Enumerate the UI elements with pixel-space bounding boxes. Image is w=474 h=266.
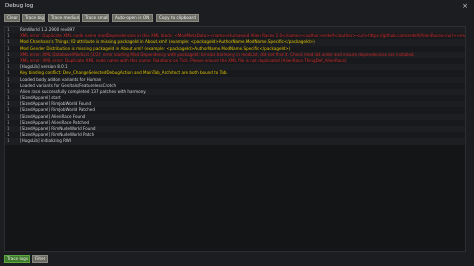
window-title: Debug log: [5, 3, 34, 9]
trace-small-button[interactable]: Trace small: [82, 14, 109, 22]
trace-logs-button[interactable]: Trace logs: [4, 255, 30, 263]
log-row-count: 1: [7, 138, 10, 144]
auto-open-toggle-button[interactable]: Auto-open is ON: [112, 14, 153, 22]
trace-medium-button[interactable]: Trace medium: [48, 14, 80, 22]
close-icon[interactable]: ×: [462, 2, 468, 10]
clear-button[interactable]: Clear: [4, 14, 20, 22]
trace-big-button[interactable]: Trace big: [22, 14, 45, 22]
log-row[interactable]: 1 [HugsLib] initializing RWI: [5, 138, 465, 145]
copy-to-clipboard-button[interactable]: Copy to clipboard: [156, 14, 199, 22]
log-row-message: [HugsLib] initializing RWI: [20, 138, 72, 144]
debug-log-window: Debug log × Clear Trace big Trace medium…: [0, 0, 474, 266]
log-list[interactable]: 1 RimWorld 1.2.2900 rev897 1 XML error: Dup…: [4, 26, 466, 252]
filter-button[interactable]: Filter: [32, 255, 48, 263]
